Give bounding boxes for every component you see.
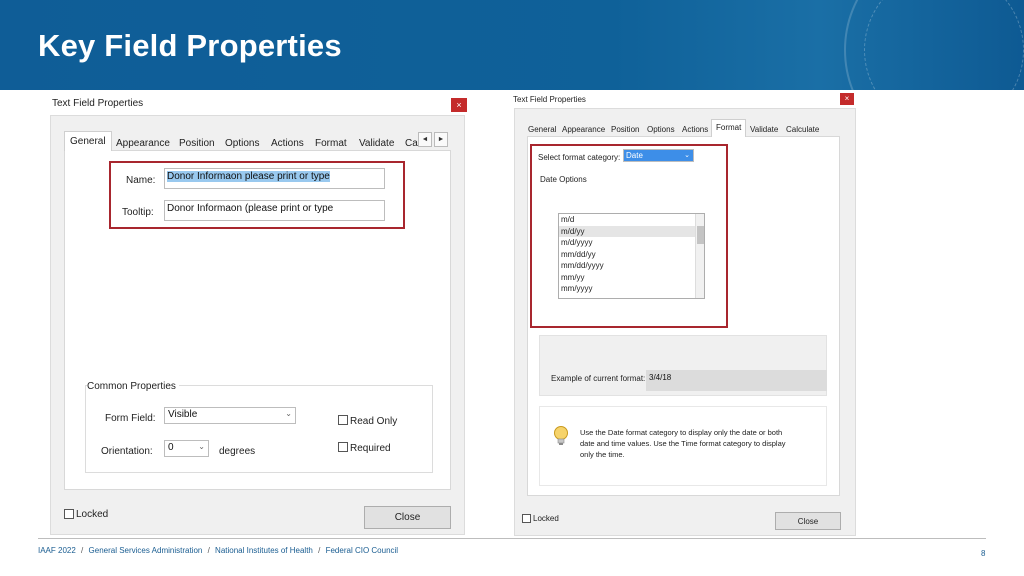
tab-actions[interactable]: Actions [682, 125, 708, 134]
chevron-down-icon: ⌄ [198, 442, 205, 451]
date-format-option[interactable]: m/d [559, 214, 704, 226]
required-checkbox[interactable] [338, 442, 348, 452]
chevron-down-icon: ⌄ [285, 409, 292, 418]
orientation-select[interactable]: 0 ⌄ [164, 440, 209, 457]
date-format-option[interactable]: mm/yy [559, 272, 704, 284]
locked-label: Locked [76, 509, 109, 520]
right-close-icon[interactable]: × [840, 93, 854, 105]
header-band: Key Field Properties [0, 0, 1024, 90]
tab-appearance[interactable]: Appearance [116, 138, 170, 149]
orientation-value: 0 [168, 442, 174, 453]
footer-separator: / [81, 546, 84, 555]
footer-rule [38, 538, 986, 539]
slide: Key Field Properties Text Field Properti… [0, 0, 1024, 576]
locked-checkbox[interactable] [64, 509, 74, 519]
format-category-select[interactable]: Date ⌄ [623, 149, 694, 162]
tab-calculate[interactable]: Ca [405, 138, 418, 149]
degrees-label: degrees [219, 446, 256, 457]
page-number: 8 [981, 549, 986, 558]
footer-separator: / [207, 546, 210, 555]
read-only-checkbox[interactable] [338, 415, 348, 425]
tab-general[interactable]: General [528, 125, 556, 134]
date-options-label: Date Options [540, 175, 587, 184]
format-hint-text: Use the Date format category to display … [580, 428, 786, 459]
form-field-select[interactable]: Visible ⌄ [164, 407, 296, 424]
tooltip-label: Tooltip: [122, 207, 154, 218]
format-category-value: Date [626, 151, 643, 160]
orientation-label: Orientation: [101, 446, 153, 457]
form-field-value: Visible [168, 409, 198, 420]
date-format-option[interactable]: mm/dd/yy [559, 249, 704, 261]
footer-item: Federal CIO Council [325, 546, 399, 555]
date-format-items: m/d m/d/yy m/d/yyyy mm/dd/yy mm/dd/yyyy mm/yy… [559, 214, 704, 295]
tab-next-button[interactable]: ► [434, 132, 448, 147]
slide-title: Key Field Properties [38, 28, 342, 63]
footer-item: General Services Administration [88, 546, 203, 555]
list-scrollbar[interactable] [695, 214, 704, 298]
tooltip-input[interactable]: Donor Informaon (please print or type [164, 200, 385, 221]
tab-prev-button[interactable]: ◄ [418, 132, 432, 147]
footer-separator: / [318, 546, 321, 555]
footer-item: National Institutes of Health [215, 546, 313, 555]
name-input[interactable]: Donor Informaon please print or type [164, 168, 385, 189]
tab-position[interactable]: Position [179, 138, 215, 149]
tab-appearance[interactable]: Appearance [562, 125, 605, 134]
name-input-value: Donor Informaon please print or type [167, 171, 330, 182]
tab-actions[interactable]: Actions [271, 138, 304, 149]
date-format-option[interactable]: mm/yyyy [559, 283, 704, 295]
tab-general[interactable]: General [64, 131, 112, 151]
tab-calculate[interactable]: Calculate [786, 125, 819, 134]
required-label: Required [350, 443, 391, 454]
close-button[interactable]: Close [775, 512, 841, 530]
example-label: Example of current format: [551, 374, 646, 383]
form-field-label: Form Field: [105, 413, 156, 424]
lightbulb-icon [554, 426, 568, 445]
example-value: 3/4/18 [646, 370, 827, 391]
footer: IAAF 2022 / General Services Administrat… [38, 546, 398, 555]
footer-item: IAAF 2022 [38, 546, 76, 555]
locked-label: Locked [533, 514, 559, 523]
date-format-option[interactable]: m/d/yyyy [559, 237, 704, 249]
close-button[interactable]: Close [364, 506, 451, 529]
date-format-option[interactable]: mm/dd/yyyy [559, 260, 704, 272]
right-dialog-title: Text Field Properties [513, 95, 586, 104]
chevron-down-icon: ⌄ [684, 152, 690, 159]
format-category-label: Select format category: [538, 153, 621, 162]
tab-options[interactable]: Options [225, 138, 259, 149]
locked-checkbox[interactable] [522, 514, 531, 523]
date-format-list[interactable]: m/d m/d/yy m/d/yyyy mm/dd/yy mm/dd/yyyy mm/yy… [558, 213, 705, 299]
left-close-icon[interactable]: × [451, 98, 467, 112]
tab-options[interactable]: Options [647, 125, 675, 134]
common-properties-heading: Common Properties [87, 381, 179, 392]
seal-decoration-inner [864, 0, 1024, 90]
tab-format[interactable]: Format [711, 119, 747, 137]
scroll-thumb[interactable] [697, 226, 704, 244]
tab-position[interactable]: Position [611, 125, 639, 134]
read-only-label: Read Only [350, 416, 398, 427]
left-dialog-title: Text Field Properties [52, 98, 144, 109]
common-properties-group [85, 385, 433, 473]
name-label: Name: [126, 175, 156, 186]
tab-validate[interactable]: Validate [359, 138, 394, 149]
date-format-option[interactable]: m/d/yy [559, 225, 704, 237]
tab-validate[interactable]: Validate [750, 125, 778, 134]
tab-format[interactable]: Format [315, 138, 347, 149]
